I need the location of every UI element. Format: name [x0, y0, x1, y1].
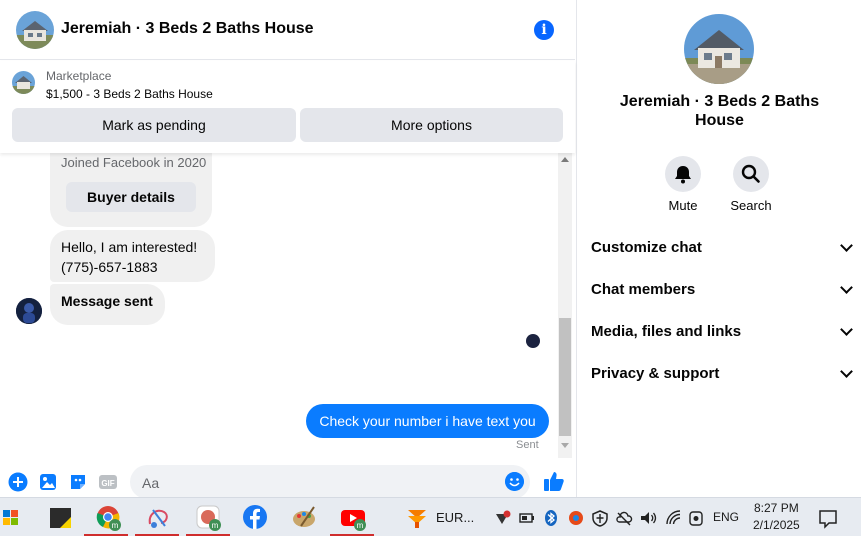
buyer-avatar[interactable] — [16, 298, 42, 324]
message-status: Sent — [516, 439, 539, 451]
mute-button[interactable]: Mute — [653, 156, 713, 213]
section-label: Media, files and links — [591, 323, 742, 340]
emoji-icon[interactable] — [505, 472, 524, 491]
gif-icon[interactable]: GIF — [98, 472, 118, 492]
chevron-down-icon — [840, 365, 853, 378]
windows-taskbar: m m m EUR... ENG 8:27 PM 2/1/2025 — [0, 497, 861, 536]
svg-text:m: m — [357, 521, 364, 530]
section-label: Chat members — [591, 281, 696, 298]
chrome-profile-icon[interactable]: m — [195, 504, 223, 532]
clock-time[interactable]: 8:27 PM — [754, 501, 799, 515]
scrollbar-thumb[interactable] — [559, 318, 571, 436]
app-tray-icon[interactable] — [566, 504, 586, 532]
info-icon[interactable]: i — [534, 20, 554, 40]
clock-date[interactable]: 2/1/2025 — [753, 518, 800, 532]
currency-ticker-icon[interactable] — [404, 504, 432, 532]
paint-app-icon[interactable] — [145, 504, 173, 532]
marketplace-label: Marketplace — [46, 69, 112, 83]
battery-icon[interactable] — [518, 504, 536, 532]
search-icon — [733, 156, 769, 192]
listing-thumbnail[interactable] — [12, 71, 35, 94]
section-media-files-links[interactable]: Media, files and links — [591, 313, 853, 353]
start-menu-icon[interactable] — [0, 504, 22, 532]
mark-as-pending-button[interactable]: Mark as pending — [12, 108, 296, 142]
message-scrollbar[interactable] — [558, 153, 572, 458]
read-receipt-avatar — [526, 334, 540, 348]
sticker-icon[interactable] — [68, 472, 88, 492]
svg-text:m: m — [212, 521, 219, 530]
paint-palette-icon[interactable] — [291, 504, 319, 532]
section-label: Privacy & support — [591, 365, 720, 382]
chat-header: Jeremiah · 3 Beds 2 Baths House i — [0, 0, 575, 60]
more-options-button[interactable]: More options — [300, 108, 563, 142]
message-input-placeholder: Aa — [142, 475, 160, 491]
thumbs-up-icon[interactable] — [543, 470, 565, 492]
section-label: Customize chat — [591, 239, 702, 256]
incoming-message[interactable]: Message sent — [50, 284, 165, 325]
svg-text:m: m — [112, 521, 119, 530]
network-alert-icon[interactable] — [494, 504, 512, 532]
search-button[interactable]: Search — [721, 156, 781, 213]
chevron-down-icon — [840, 281, 853, 294]
section-chat-members[interactable]: Chat members — [591, 271, 853, 311]
message-text: Message sent — [61, 293, 153, 309]
cloud-offline-icon[interactable] — [615, 504, 633, 532]
conversation-avatar[interactable] — [16, 11, 54, 49]
incoming-message[interactable]: Hello, I am interested! (775)-657-1883 — [50, 230, 215, 282]
conversation-name: Jeremiah · 3 Beds 2 Baths House — [619, 93, 820, 129]
buyer-details-button[interactable]: Buyer details — [66, 182, 196, 212]
message-text-line: Hello, I am interested! — [61, 239, 198, 255]
message-list: Joined Facebook in 2020 Buyer details He… — [0, 153, 558, 458]
speaker-icon[interactable] — [639, 504, 659, 532]
facebook-icon[interactable] — [242, 504, 270, 532]
marketplace-banner: Marketplace $1,500 - 3 Beds 2 Baths Hous… — [0, 61, 575, 153]
conversation-title[interactable]: Jeremiah · 3 Beds 2 Baths House — [61, 20, 314, 38]
section-customize-chat[interactable]: Customize chat — [591, 229, 853, 269]
scroll-down-arrow-icon[interactable] — [561, 443, 569, 448]
image-icon[interactable] — [38, 472, 58, 492]
search-label: Search — [730, 198, 772, 213]
mute-label: Mute — [668, 198, 698, 213]
chevron-down-icon — [840, 323, 853, 336]
message-input[interactable]: Aa — [130, 465, 530, 499]
chrome-icon[interactable]: m — [95, 504, 123, 532]
input-language-indicator[interactable]: ENG — [713, 510, 739, 524]
conversation-details-pane: Jeremiah · 3 Beds 2 Baths House Mute Sea… — [576, 0, 861, 497]
message-text-line: (775)-657-1883 — [61, 259, 158, 275]
messenger-window: Jeremiah · 3 Beds 2 Baths House i Market… — [0, 0, 861, 536]
scroll-up-arrow-icon[interactable] — [561, 157, 569, 162]
bluetooth-icon[interactable] — [542, 504, 560, 532]
youtube-icon[interactable]: m — [340, 504, 368, 532]
chat-pane: Jeremiah · 3 Beds 2 Baths House i Market… — [0, 0, 575, 499]
bell-icon — [665, 156, 701, 192]
security-shield-icon[interactable] — [591, 504, 609, 532]
sticky-notes-icon[interactable] — [47, 504, 75, 532]
conversation-avatar-large[interactable] — [684, 14, 754, 84]
svg-text:GIF: GIF — [101, 479, 114, 488]
wifi-icon[interactable] — [664, 504, 682, 532]
composer: GIF Aa — [0, 464, 575, 499]
notification-center-icon[interactable] — [816, 504, 840, 532]
outgoing-message[interactable]: Check your number i have text you — [306, 404, 549, 438]
chevron-down-icon — [840, 239, 853, 252]
listing-title[interactable]: $1,500 - 3 Beds 2 Baths House — [46, 87, 213, 101]
joined-facebook-text: Joined Facebook in 2020 — [61, 155, 207, 170]
meet-now-icon[interactable] — [687, 504, 705, 532]
buyer-info-card: Joined Facebook in 2020 Buyer details — [50, 153, 212, 227]
plus-circle-icon[interactable] — [8, 472, 28, 492]
section-privacy-support[interactable]: Privacy & support — [591, 355, 853, 395]
currency-ticker-label[interactable]: EUR... — [436, 510, 474, 525]
